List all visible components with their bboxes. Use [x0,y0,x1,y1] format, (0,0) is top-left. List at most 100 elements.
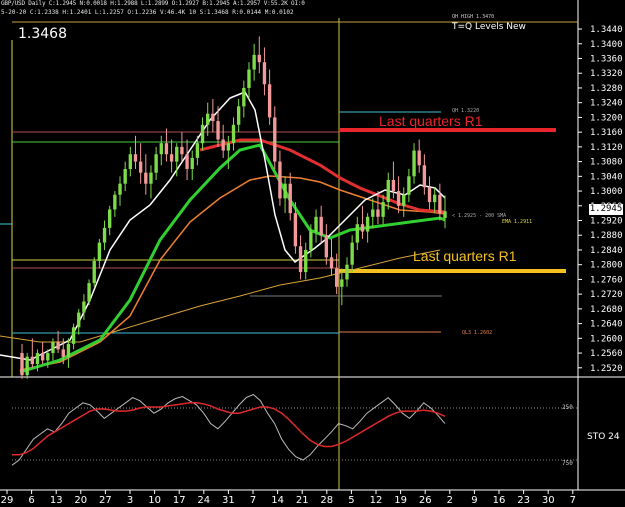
candle-body [334,268,339,287]
big-price-label: 1.3468 [18,26,67,42]
candle-body [226,143,231,151]
price-tick-label: 1.2600 [590,334,623,344]
candle-body [314,216,318,232]
candle-body [40,353,45,361]
price-tick-label: 1.3240 [590,99,623,109]
candle-body [138,161,143,173]
candle-body [247,69,251,88]
date-tick-label: 30 [542,495,555,506]
date-tick-label: 7 [570,495,576,506]
candle-body [185,154,189,169]
date-tick-label: 2 [447,495,453,506]
price-tick-label: 1.3200 [590,113,623,123]
price-chart[interactable]: 1.3440 1.3400 1.3360 1.3320 1.3280 1.3240 1.32… [0,0,625,507]
stochastic-panel[interactable] [11,393,578,466]
candles [20,36,447,379]
ql-level-label: QL3 1.2602 [462,330,493,336]
candle-body [231,124,236,144]
candle-body [66,343,71,357]
candle-body [211,113,215,122]
candle-body [427,187,432,203]
candle-body [175,146,179,162]
candle-body [242,87,246,107]
candle-body [87,283,91,302]
candle-body [350,242,354,265]
date-tick-label: 17 [173,495,186,506]
candle-body [396,191,401,206]
price-tick-label: 1.3040 [590,172,623,182]
price-tick-label: 1.3280 [590,84,623,94]
date-tick-label: 21 [296,495,309,506]
chart-header-line2: 5-20-20 C:1.2338 H:1.2401 L:1.2257 O:1.2… [1,9,294,16]
price-tick-label: 1.2840 [590,246,623,256]
date-tick-label: 27 [99,495,112,506]
stochastic-label: STO 24 [587,432,620,442]
candle-body [236,106,241,125]
price-tick-label: 1.3080 [590,158,623,168]
date-tick-label: 31 [222,495,235,506]
candle-body [159,143,163,155]
candle-body [128,154,133,169]
candle-body [422,165,427,188]
candle-body [283,183,287,199]
indicator-small-label: QH HIGH 1.3470 [452,14,495,20]
candle-body [46,353,50,361]
price-tick-label: 1.3440 [590,25,623,35]
candle-body [56,342,60,350]
stoch-d-line [12,402,446,456]
moving-averages [0,91,446,374]
candle-body [298,246,303,273]
candle-body [402,194,406,206]
price-tick-label: 1.3360 [590,55,623,65]
price-tick-label: 1.2800 [590,261,623,271]
candle-body [144,172,148,184]
candle-body [262,62,267,85]
candle-body [200,124,205,144]
date-tick-label: 13 [50,495,63,506]
candle-body [340,279,344,287]
price-tick-label: 1.2520 [590,364,623,374]
candle-body [304,249,308,273]
candle-body [417,150,421,166]
candle-body [355,224,359,243]
price-tick-label: 1.2640 [590,320,623,330]
price-tick-label: 1.2680 [590,305,623,315]
candle-body [221,139,225,151]
date-tick-label: 10 [148,495,161,506]
candle-body [391,180,396,192]
date-tick-label: 26 [419,495,432,506]
date-tick-label: 28 [320,495,333,506]
current-price-tag: 1.2945 [589,204,623,215]
candle-body [293,213,298,247]
price-tick-label: 1.2920 [590,217,623,227]
price-tick-label: 1.3320 [590,69,623,79]
date-tick-label: 24 [197,495,210,506]
candle-body [257,54,261,63]
stochastic-upper-label: 250 [562,404,573,411]
date-tick-label: 7 [250,495,256,506]
candle-body [169,154,174,162]
candle-body [381,202,385,217]
candle-body [438,194,442,214]
candle-body [77,312,81,328]
candle-body [195,143,200,158]
candle-body [278,161,282,199]
date-tick-label: 14 [271,495,284,506]
date-axis[interactable]: 29 6 13 20 27 3 10 17 24 31 7 14 21 28 5 12 19 26 2 9 16 23 30… [1,490,576,506]
candle-body [149,172,153,184]
price-tick-label: 1.2720 [590,290,623,300]
candle-body [324,235,329,258]
date-tick-label: 23 [517,495,530,506]
candle-body [360,224,365,232]
candle-body [309,231,313,250]
date-tick-label: 3 [127,495,133,506]
price-tick-label: 1.2760 [590,275,623,285]
candle-body [206,113,210,125]
candle-body [82,301,86,313]
price-axis[interactable]: 1.3440 1.3400 1.3360 1.3320 1.3280 1.3240 1.32… [578,25,623,374]
date-tick-label: 9 [471,495,477,506]
candle-body [371,209,375,217]
candle-body [164,143,169,155]
price-tick-label: 1.3120 [590,143,623,153]
date-tick-label: 29 [1,495,14,506]
